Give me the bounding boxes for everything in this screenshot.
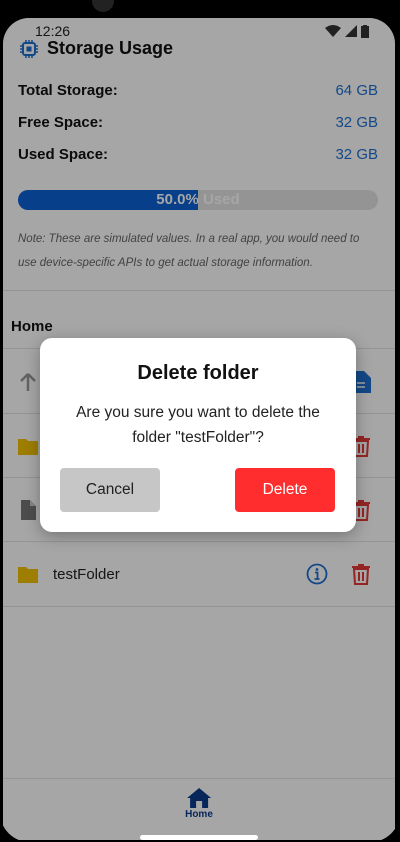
dialog-title: Delete folder — [137, 362, 259, 384]
cancel-button[interactable]: Cancel — [60, 468, 160, 512]
delete-folder-dialog: Delete folder Are you sure you want to d… — [40, 338, 356, 532]
camera-cutout — [92, 0, 114, 12]
dialog-message: Are you sure you want to delete the fold… — [76, 404, 320, 446]
delete-button[interactable]: Delete — [235, 468, 335, 512]
app-screen: 12:26 Storage Usage Total Storage: 64 GB — [3, 18, 395, 840]
home-gesture-bar[interactable] — [140, 835, 258, 840]
phone-frame: 12:26 Storage Usage Total Storage: 64 GB — [0, 0, 400, 842]
